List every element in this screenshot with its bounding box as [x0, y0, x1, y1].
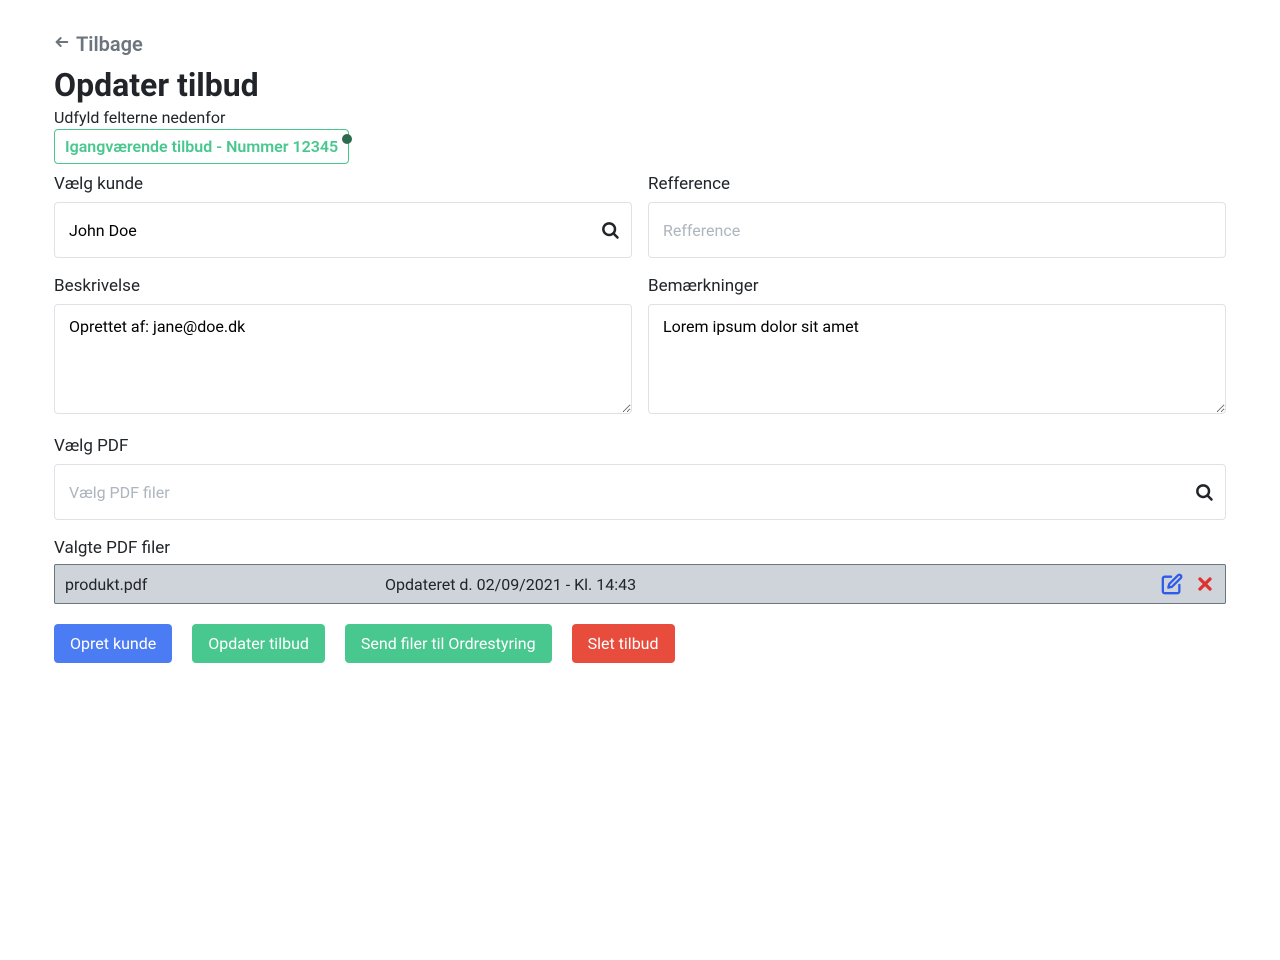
customer-label: Vælg kunde: [54, 174, 632, 194]
remarks-textarea[interactable]: [648, 304, 1226, 414]
search-icon: [1194, 482, 1214, 502]
pdf-picker-input[interactable]: [54, 464, 1226, 520]
status-badge-wrap: Igangværende tilbud - Nummer 12345: [54, 137, 349, 156]
description-label: Beskrivelse: [54, 276, 632, 296]
file-edit-button[interactable]: [1161, 573, 1183, 595]
file-delete-button[interactable]: [1195, 574, 1215, 594]
pdf-picker-search-button[interactable]: [1194, 482, 1214, 502]
close-icon: [1195, 574, 1215, 594]
back-link[interactable]: Tilbage: [54, 32, 143, 56]
page-title: Opdater tilbud: [54, 66, 1226, 104]
file-updated: Opdateret d. 02/09/2021 - Kl. 14:43: [385, 575, 1161, 594]
edit-icon: [1161, 573, 1183, 595]
back-label: Tilbage: [76, 32, 143, 56]
page-subtitle: Udfyld felterne nedenfor: [54, 108, 1226, 127]
reference-label: Refference: [648, 174, 1226, 194]
update-offer-button[interactable]: Opdater tilbud: [192, 624, 325, 663]
description-textarea[interactable]: [54, 304, 632, 414]
status-badge: Igangværende tilbud - Nummer 12345: [54, 129, 349, 164]
customer-input[interactable]: [54, 202, 632, 258]
create-customer-button[interactable]: Opret kunde: [54, 624, 172, 663]
status-dot-icon: [342, 134, 352, 144]
file-name: produkt.pdf: [65, 575, 385, 594]
selected-pdf-label: Valgte PDF filer: [54, 538, 1226, 558]
remarks-label: Bemærkninger: [648, 276, 1226, 296]
arrow-left-icon: [54, 34, 70, 54]
delete-offer-button[interactable]: Slet tilbud: [572, 624, 675, 663]
send-files-button[interactable]: Send filer til Ordrestyring: [345, 624, 552, 663]
search-icon: [600, 220, 620, 240]
pdf-picker-label: Vælg PDF: [54, 436, 1226, 456]
reference-input[interactable]: [648, 202, 1226, 258]
customer-search-button[interactable]: [600, 220, 620, 240]
file-row: produkt.pdf Opdateret d. 02/09/2021 - Kl…: [54, 564, 1226, 604]
